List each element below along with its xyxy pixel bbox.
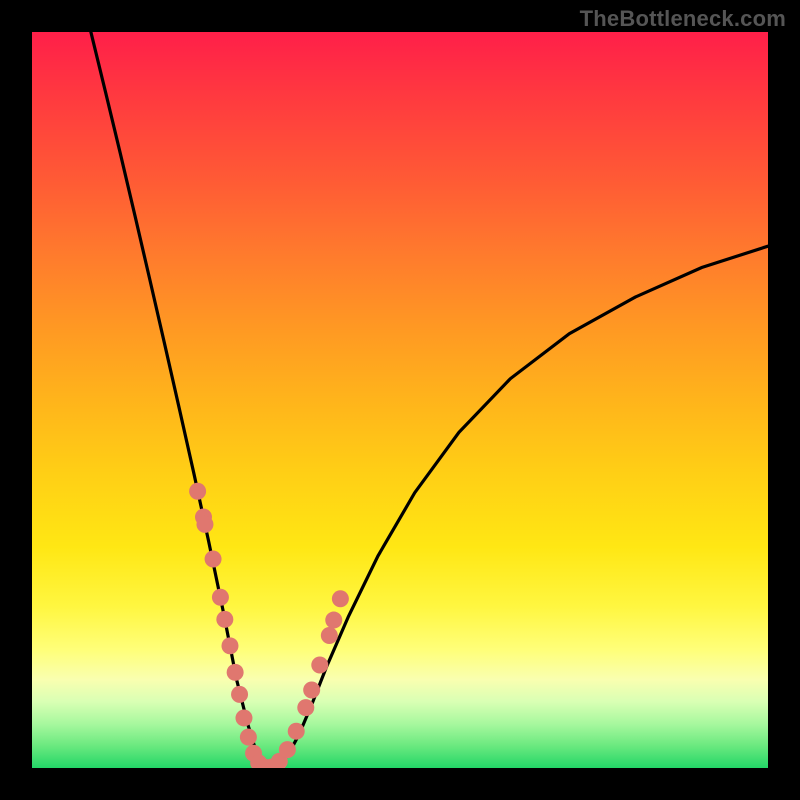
marker-dots bbox=[189, 483, 349, 768]
bottleneck-curve bbox=[91, 32, 768, 768]
marker-dot bbox=[240, 729, 257, 746]
marker-dot bbox=[227, 664, 244, 681]
marker-dot bbox=[221, 637, 238, 654]
marker-dot bbox=[325, 612, 342, 629]
marker-dot bbox=[216, 611, 233, 628]
marker-dot bbox=[235, 709, 252, 726]
marker-dot bbox=[311, 656, 328, 673]
marker-dot bbox=[321, 627, 338, 644]
marker-dot bbox=[212, 589, 229, 606]
marker-dot bbox=[288, 723, 305, 740]
marker-dot bbox=[279, 741, 296, 758]
marker-dot bbox=[297, 699, 314, 716]
marker-dot bbox=[332, 590, 349, 607]
curve-layer bbox=[32, 32, 768, 768]
watermark-text: TheBottleneck.com bbox=[580, 6, 786, 32]
marker-dot bbox=[196, 516, 213, 533]
marker-dot bbox=[189, 483, 206, 500]
marker-dot bbox=[303, 681, 320, 698]
marker-dot bbox=[231, 686, 248, 703]
chart-frame: TheBottleneck.com bbox=[0, 0, 800, 800]
plot-area bbox=[32, 32, 768, 768]
marker-dot bbox=[205, 550, 222, 567]
